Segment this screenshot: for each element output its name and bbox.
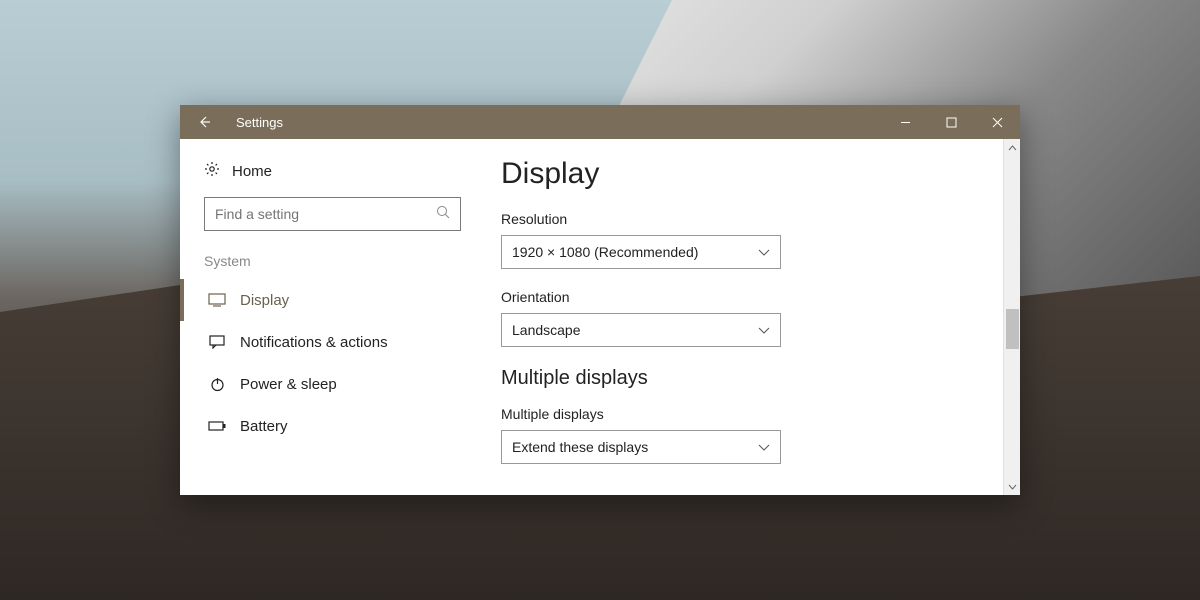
orientation-label: Orientation (501, 289, 1000, 305)
orientation-value: Landscape (512, 322, 581, 338)
power-icon (208, 377, 226, 392)
monitor-icon (208, 293, 226, 307)
minimize-icon (900, 117, 911, 128)
search-icon (436, 205, 450, 224)
scrollbar[interactable] (1003, 139, 1020, 495)
multiple-displays-heading: Multiple displays (501, 367, 1000, 390)
settings-window: Settings Home System (180, 105, 1020, 495)
orientation-dropdown[interactable]: Landscape (501, 313, 781, 347)
sidebar-item-display[interactable]: Display (180, 279, 485, 321)
titlebar: Settings (180, 105, 1020, 139)
sidebar-item-battery[interactable]: Battery (180, 405, 485, 447)
search-field[interactable] (215, 206, 430, 222)
main-content: Display Resolution 1920 × 1080 (Recommen… (485, 139, 1020, 495)
multiple-displays-dropdown[interactable]: Extend these displays (501, 430, 781, 464)
multiple-displays-label: Multiple displays (501, 406, 1000, 422)
maximize-button[interactable] (928, 105, 974, 139)
sidebar-item-label: Power & sleep (240, 376, 337, 393)
sidebar-section-label: System (180, 253, 485, 279)
chevron-down-icon (758, 322, 770, 338)
home-label: Home (232, 163, 272, 180)
scroll-down-button[interactable] (1004, 478, 1020, 495)
resolution-value: 1920 × 1080 (Recommended) (512, 244, 698, 260)
resolution-label: Resolution (501, 211, 1000, 227)
page-title: Display (501, 157, 1000, 191)
sidebar-item-label: Notifications & actions (240, 334, 388, 351)
sidebar-item-label: Battery (240, 418, 288, 435)
sidebar-item-label: Display (240, 292, 289, 309)
chevron-down-icon (758, 439, 770, 455)
maximize-icon (946, 117, 957, 128)
chevron-up-icon (1008, 145, 1017, 151)
gear-icon (204, 161, 220, 181)
close-icon (992, 117, 1003, 128)
home-link[interactable]: Home (180, 157, 485, 197)
back-button[interactable] (180, 105, 228, 139)
chevron-down-icon (1008, 484, 1017, 490)
arrow-left-icon (196, 114, 212, 130)
search-input[interactable] (204, 197, 461, 231)
scroll-up-button[interactable] (1004, 139, 1020, 156)
sidebar: Home System Display Notifications & (180, 139, 485, 495)
multiple-displays-value: Extend these displays (512, 439, 648, 455)
battery-icon (208, 421, 226, 431)
chevron-down-icon (758, 244, 770, 260)
close-button[interactable] (974, 105, 1020, 139)
sidebar-item-notifications[interactable]: Notifications & actions (180, 321, 485, 363)
resolution-dropdown[interactable]: 1920 × 1080 (Recommended) (501, 235, 781, 269)
sidebar-item-power[interactable]: Power & sleep (180, 363, 485, 405)
minimize-button[interactable] (882, 105, 928, 139)
message-icon (208, 335, 226, 349)
scroll-thumb[interactable] (1006, 309, 1019, 349)
window-title: Settings (236, 115, 283, 130)
